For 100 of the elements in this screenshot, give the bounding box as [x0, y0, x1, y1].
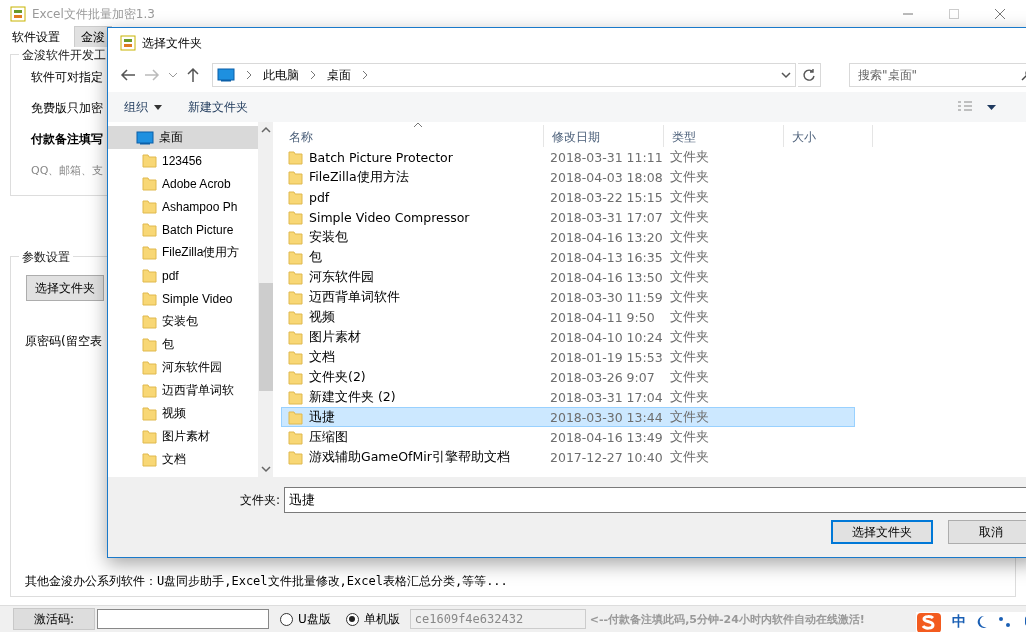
file-type: 文件夹: [670, 428, 709, 446]
folder-tree-item[interactable]: 文档: [108, 448, 258, 471]
file-row[interactable]: Batch Picture Protector 2018-03-31 11:11 文件夹: [281, 147, 855, 167]
file-row[interactable]: 图片素材 2018-04-10 10:24 文件夹: [281, 327, 855, 347]
file-row[interactable]: FileZilla使用方法 2018-04-03 18:08 文件夹: [281, 167, 855, 187]
new-folder-button[interactable]: 新建文件夹: [182, 96, 254, 118]
refresh-icon[interactable]: [798, 63, 821, 87]
up-arrow-icon[interactable]: [186, 67, 200, 83]
select-folder-button[interactable]: 选择文件夹: [831, 520, 933, 544]
folder-icon: [142, 360, 157, 375]
dots-icon[interactable]: [998, 615, 1012, 629]
column-header[interactable]: 名称: [281, 125, 544, 147]
column-header[interactable]: 类型: [664, 125, 784, 147]
modified-date: 2018-03-31 17:07: [550, 209, 664, 225]
caret-down-icon[interactable]: [987, 104, 996, 110]
folder-tree-item[interactable]: 河东软件园: [108, 356, 258, 379]
file-row[interactable]: 压缩图 2018-04-16 13:49 文件夹: [281, 427, 855, 447]
folder-tree-item[interactable]: 包: [108, 333, 258, 356]
breadcrumb-item[interactable]: 桌面: [327, 66, 351, 84]
folder-tree-item[interactable]: Batch Picture: [108, 218, 258, 241]
folder-tree-item[interactable]: 桌面: [108, 126, 258, 149]
file-type: 文件夹: [670, 188, 709, 206]
file-type: 文件夹: [670, 448, 709, 466]
file-row[interactable]: 文档 2018-01-19 15:53 文件夹: [281, 347, 855, 367]
input-mode[interactable]: 中: [952, 613, 966, 631]
folder-tree-item[interactable]: 安装包: [108, 310, 258, 333]
caret-down-icon: [154, 104, 162, 110]
chevron-down-icon[interactable]: [168, 71, 178, 79]
breadcrumb-item[interactable]: 此电脑: [263, 66, 299, 84]
activation-input[interactable]: [97, 609, 269, 629]
column-header[interactable]: 大小: [784, 125, 873, 147]
folder-icon: [288, 289, 303, 305]
info-text: QQ、邮箱、支: [31, 163, 104, 179]
monitor-icon: [136, 130, 154, 145]
folder-tree-item[interactable]: Ashampoo Ph: [108, 195, 258, 218]
file-type: 文件夹: [670, 228, 709, 246]
folder-tree-item[interactable]: 视频: [108, 402, 258, 425]
cancel-button[interactable]: 取消: [948, 520, 1026, 544]
file-row[interactable]: 河东软件园 2018-04-16 13:50 文件夹: [281, 267, 855, 287]
scrollbar-thumb[interactable]: [258, 283, 273, 391]
folder-tree-item[interactable]: Adobe Acrob: [108, 172, 258, 195]
file-row[interactable]: pdf 2018-03-22 15:15 文件夹: [281, 187, 855, 207]
folder-tree-item[interactable]: 图片素材: [108, 425, 258, 448]
file-name: 图片素材: [309, 328, 361, 346]
folder-icon: [288, 329, 303, 345]
tab[interactable]: 金浚: [74, 26, 112, 48]
folder-icon: [288, 229, 303, 245]
folder-tree-item[interactable]: pdf: [108, 264, 258, 287]
modified-date: 2018-03-31 11:11: [550, 149, 664, 165]
radio-label[interactable]: 单机版: [363, 610, 400, 628]
search-placeholder: 搜索"桌面": [858, 66, 918, 84]
password-label: 原密码(留空表: [25, 333, 102, 350]
folder-icon: [142, 383, 157, 398]
folder-icon: [142, 176, 157, 191]
file-name: 新建文件夹 (2): [309, 388, 396, 406]
file-name: 迅捷: [309, 408, 335, 426]
file-type: 文件夹: [670, 348, 709, 366]
address-bar[interactable]: 此电脑 桌面: [212, 63, 796, 87]
file-row[interactable]: 游戏辅助GameOfMir引擎帮助文档 2017-12-27 10:40 文件夹: [281, 447, 855, 467]
file-row[interactable]: 迈西背单词软件 2018-03-30 11:59 文件夹: [281, 287, 855, 307]
info-text: 免费版只加密: [31, 100, 103, 117]
file-name: 包: [309, 248, 322, 266]
file-row[interactable]: 安装包 2018-04-16 13:20 文件夹: [281, 227, 855, 247]
modified-date: 2018-03-31 17:04: [550, 389, 664, 405]
modified-date: 2018-03-26 9:07: [550, 369, 656, 385]
back-arrow-icon[interactable]: [120, 68, 136, 82]
folder-tree-item[interactable]: 123456: [108, 149, 258, 172]
scrollbar[interactable]: [258, 122, 273, 477]
radio-button[interactable]: [345, 612, 359, 626]
file-type: 文件夹: [670, 328, 709, 346]
select-folder-button[interactable]: 选择文件夹: [26, 275, 104, 301]
s-logo-icon[interactable]: [916, 612, 942, 632]
folder-tree-item[interactable]: FileZilla使用方: [108, 241, 258, 264]
chevron-down-icon: [260, 466, 271, 473]
radio-button[interactable]: [280, 612, 293, 626]
file-type: 文件夹: [670, 408, 709, 426]
file-row[interactable]: 新建文件夹 (2) 2018-03-31 17:04 文件夹: [281, 387, 855, 407]
modified-date: 2018-04-11 9:50: [550, 309, 656, 325]
search-field[interactable]: 搜索"桌面": [849, 63, 1026, 87]
window-title: Excel文件批量加密1.3: [32, 5, 155, 23]
chevron-up-icon: [260, 126, 271, 133]
close-icon[interactable]: [994, 8, 1006, 20]
folder-icon: [142, 245, 157, 260]
file-row[interactable]: Simple Video Compressor 2018-03-31 17:07 文件夹: [281, 207, 855, 227]
moon-icon[interactable]: [976, 615, 988, 629]
file-row[interactable]: 迅捷 2018-03-30 13:44 文件夹: [281, 407, 855, 427]
folder-tree-item[interactable]: 迈西背单词软: [108, 379, 258, 402]
folder-icon: [288, 349, 303, 365]
organize-menu[interactable]: 组织: [118, 96, 168, 118]
file-row[interactable]: 包 2018-04-13 16:35 文件夹: [281, 247, 855, 267]
folder-icon: [288, 309, 303, 325]
folder-icon: [142, 291, 157, 306]
file-name: Simple Video Compressor: [309, 209, 470, 225]
folder-input[interactable]: 迅捷: [284, 487, 1026, 513]
file-type: 文件夹: [670, 368, 709, 386]
folder-tree-item[interactable]: Simple Video: [108, 287, 258, 310]
file-row[interactable]: 文件夹(2) 2018-03-26 9:07 文件夹: [281, 367, 855, 387]
column-header[interactable]: 修改日期: [544, 125, 664, 147]
radio-label[interactable]: U盘版: [298, 610, 331, 628]
file-row[interactable]: 视频 2018-04-11 9:50 文件夹: [281, 307, 855, 327]
